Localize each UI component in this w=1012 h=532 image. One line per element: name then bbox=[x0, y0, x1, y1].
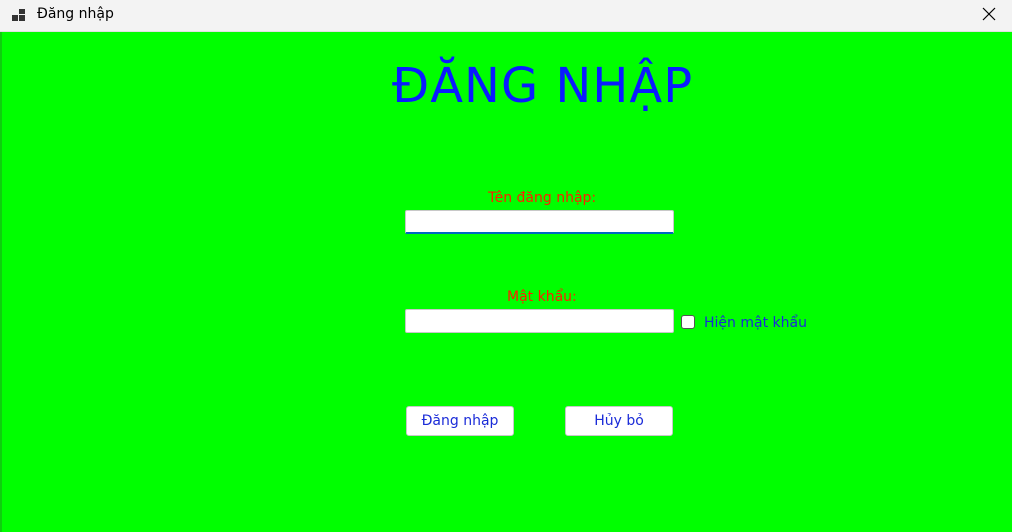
window-left-edge bbox=[0, 32, 2, 532]
username-input[interactable] bbox=[405, 210, 674, 234]
login-window: Đăng nhập ĐĂNG NHẬP Tên đăng nhập: Mật k… bbox=[0, 0, 1012, 532]
password-label: Mật khẩu: bbox=[507, 289, 577, 305]
page-title: ĐĂNG NHẬP bbox=[392, 58, 694, 114]
show-password-checkbox[interactable] bbox=[681, 315, 695, 329]
close-button[interactable] bbox=[966, 0, 1012, 31]
username-label: Tên đăng nhập: bbox=[488, 190, 597, 206]
app-window-icon bbox=[12, 8, 28, 22]
show-password-label[interactable]: Hiện mật khẩu bbox=[704, 315, 807, 331]
title-bar[interactable]: Đăng nhập bbox=[0, 0, 1012, 32]
password-input[interactable] bbox=[405, 309, 674, 333]
close-icon bbox=[982, 6, 996, 25]
login-button-label: Đăng nhập bbox=[421, 413, 499, 429]
login-button[interactable]: Đăng nhập bbox=[406, 406, 514, 436]
cancel-button[interactable]: Hủy bỏ bbox=[565, 406, 673, 436]
window-title: Đăng nhập bbox=[37, 6, 114, 22]
cancel-button-label: Hủy bỏ bbox=[594, 413, 644, 429]
